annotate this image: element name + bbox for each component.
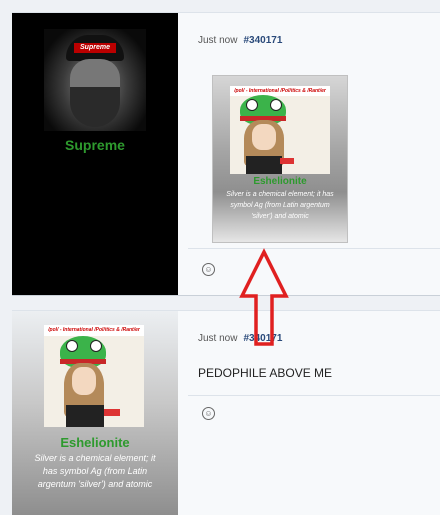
red-arrow-annotation bbox=[239, 248, 289, 346]
